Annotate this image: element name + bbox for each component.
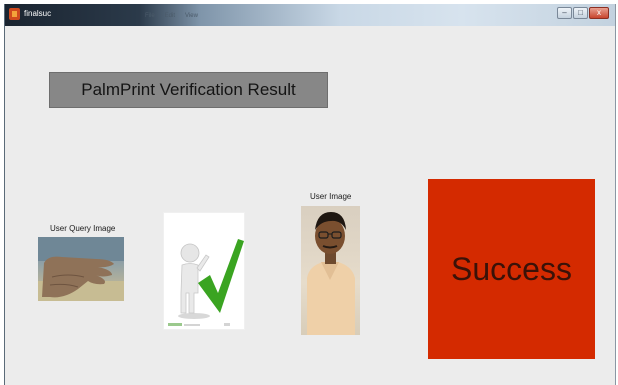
window-title: finalsuc	[24, 9, 52, 18]
status-text: Success	[451, 250, 572, 287]
query-image-caption: User Query Image	[50, 224, 116, 233]
query-palm-image	[38, 237, 124, 301]
app-icon	[9, 8, 20, 20]
title-bar[interactable]: finalsuc File Edit View – □ x	[5, 4, 615, 26]
user-image-caption: User Image	[310, 192, 352, 201]
menu-bar: File Edit View	[145, 13, 198, 19]
menu-view[interactable]: View	[185, 13, 198, 19]
verified-check-image	[163, 212, 245, 330]
close-button[interactable]: x	[589, 7, 609, 19]
maximize-button[interactable]: □	[573, 7, 588, 19]
result-heading: PalmPrint Verification Result	[49, 72, 328, 108]
check-mark-icon	[198, 239, 244, 313]
menu-edit[interactable]: Edit	[165, 13, 175, 19]
minimize-button[interactable]: –	[557, 7, 572, 19]
user-photo	[301, 206, 360, 335]
menu-file[interactable]: File	[145, 13, 155, 19]
app-window: finalsuc File Edit View – □ x PalmPrint …	[4, 4, 616, 385]
window-controls: – □ x	[557, 7, 609, 19]
verification-status-panel: Success	[428, 179, 595, 359]
